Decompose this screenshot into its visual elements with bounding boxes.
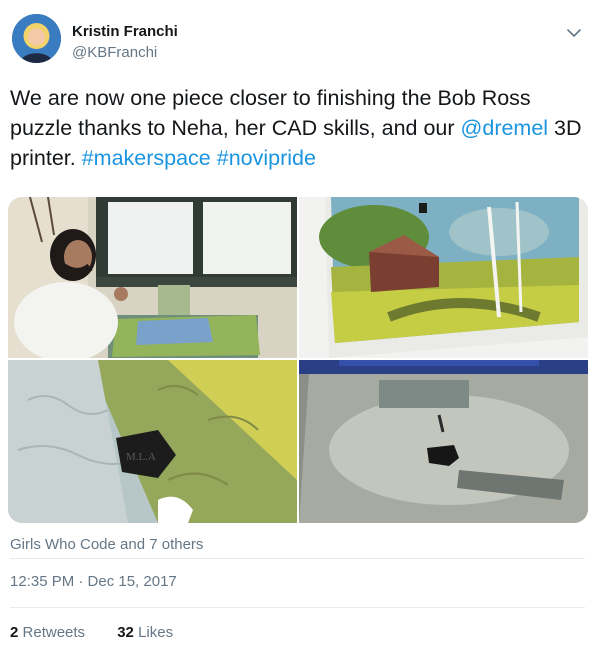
likes-count: 32 [117,624,134,641]
retweets-stat[interactable]: 2 Retweets [10,624,85,641]
divider [10,558,585,559]
tweet-stats: 2 Retweets 32 Likes [10,624,201,641]
media-grid: M.L.A [8,197,588,523]
tweet-text-part: We are now one piece closer to finishing… [10,86,531,140]
hashtag-link[interactable]: #novipride [217,146,316,170]
photo-printed-piece-on-bed-image [299,360,588,523]
likes-stat[interactable]: 32 Likes [117,624,173,641]
photo-printed-piece-on-bed[interactable] [299,360,588,523]
photo-completed-puzzle-cabin[interactable] [299,197,588,358]
tweet-timestamp[interactable]: 12:35 PM · Dec 15, 2017 [10,573,177,590]
likes-label: Likes [138,624,174,641]
tweet-text: We are now one piece closer to finishing… [10,83,585,173]
avatar[interactable] [12,14,61,63]
chevron-down-icon[interactable] [565,24,583,42]
divider [10,607,585,608]
photo-girl-with-puzzle-image [8,197,297,358]
photo-puzzle-closeup-printed-piece[interactable]: M.L.A [8,360,297,523]
hashtag-link[interactable]: #makerspace [82,146,211,170]
tweet-header: Kristin Franchi @KBFranchi [12,14,583,66]
liked-by-link[interactable]: Girls Who Code and 7 others [10,536,203,553]
profile-photo-icon [12,14,61,63]
piece-label: M.L.A [126,451,156,463]
author-name[interactable]: Kristin Franchi [72,23,178,40]
mention-link[interactable]: @dremel [461,116,549,140]
photo-girl-with-puzzle[interactable] [8,197,297,358]
retweets-label: Retweets [22,624,86,641]
retweets-count: 2 [10,624,19,641]
author-handle[interactable]: @KBFranchi [72,44,157,61]
photo-puzzle-closeup-printed-piece-image: M.L.A [8,360,297,523]
photo-completed-puzzle-cabin-image [299,197,588,358]
